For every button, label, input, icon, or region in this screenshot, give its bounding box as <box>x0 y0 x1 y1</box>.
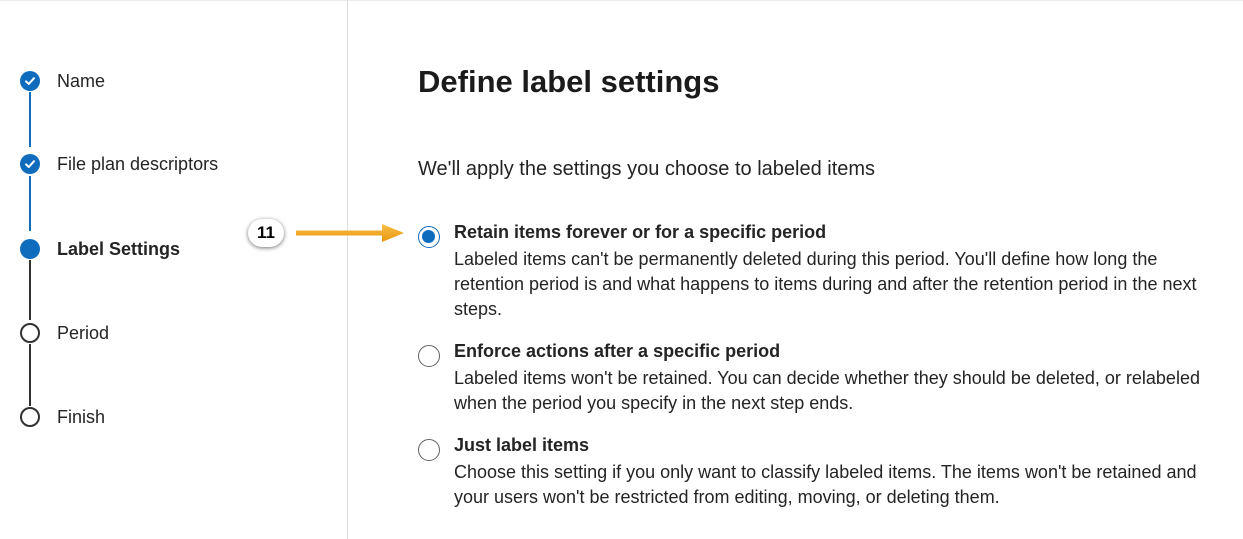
empty-circle-icon <box>20 323 40 343</box>
empty-circle-icon <box>20 407 40 427</box>
step-connector <box>29 344 31 406</box>
radio-button[interactable] <box>418 345 440 367</box>
step-label: Name <box>57 70 106 91</box>
page-subtitle: We'll apply the settings you choose to l… <box>418 158 876 180</box>
option-description: Labeled items won't be retained. You can… <box>454 368 1200 413</box>
radio-button[interactable] <box>418 439 440 461</box>
step-label: Period <box>57 322 110 343</box>
filled-circle-icon <box>20 239 40 259</box>
step-label: Label Settings <box>57 238 181 259</box>
step-connector <box>29 176 31 231</box>
panel-divider <box>347 0 348 539</box>
option-title: Retain items forever or for a specific p… <box>454 222 827 242</box>
step-label: Finish <box>57 406 106 427</box>
option-title: Just label items <box>454 435 590 455</box>
option-description: Choose this setting if you only want to … <box>454 462 1197 507</box>
step-connector <box>29 92 31 147</box>
checkmark-circle-icon <box>20 71 40 91</box>
step-label: File plan descriptors <box>57 153 219 174</box>
top-border <box>0 0 1243 1</box>
option-title: Enforce actions after a specific period <box>454 341 781 361</box>
page-title: Define label settings <box>418 64 720 99</box>
option-description: Labeled items can't be permanently delet… <box>454 249 1197 319</box>
checkmark-circle-icon <box>20 154 40 174</box>
step-connector <box>29 260 31 320</box>
callout-number-badge: 11 <box>248 219 284 247</box>
radio-button-selected[interactable] <box>418 226 440 248</box>
callout-arrow-icon <box>296 224 404 242</box>
